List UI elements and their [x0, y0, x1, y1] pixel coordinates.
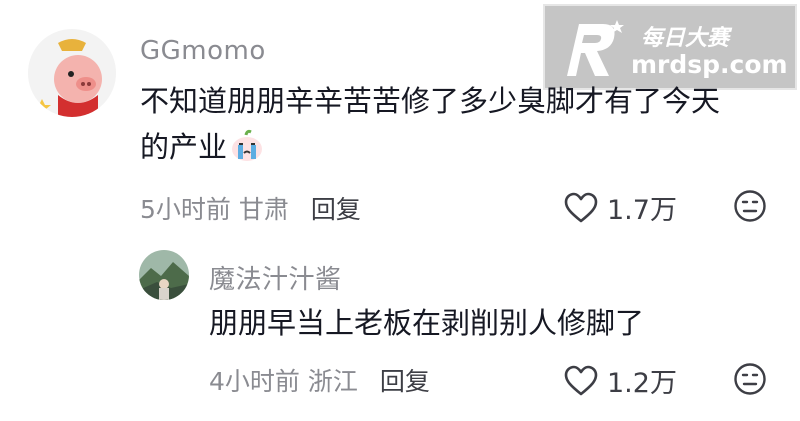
watermark-title: 每日大赛: [641, 26, 730, 51]
scenery-avatar-icon: [139, 250, 189, 300]
comment-text: 朋朋早当上老板在剥削别人修脚了: [209, 306, 645, 340]
username[interactable]: GGmomo: [140, 36, 266, 66]
comment-text-end: 的产业: [140, 130, 228, 164]
comment-time: 5小时前: [140, 195, 231, 224]
comment-meta: 4小时前 浙江 回复: [209, 362, 430, 398]
comment-text: 不知道朋朋辛辛苦苦修了多少臭脚才有了今天 的产业: [140, 78, 740, 176]
heart-icon: [564, 365, 598, 395]
meh-face-icon: [734, 363, 766, 395]
avatar[interactable]: [28, 29, 116, 117]
reply-button[interactable]: 回复: [380, 367, 430, 396]
like-count: 1.2万: [607, 368, 677, 399]
reply-button[interactable]: 回复: [311, 195, 361, 224]
dislike-button[interactable]: [733, 189, 767, 227]
username[interactable]: 魔法汁汁酱: [209, 259, 342, 296]
like-button[interactable]: 1.7万: [563, 188, 677, 227]
like-button[interactable]: 1.2万: [563, 361, 677, 400]
meh-face-icon: [734, 190, 766, 222]
pig-avatar-icon: [28, 29, 116, 117]
comment-text-line: 不知道朋朋辛辛苦苦修了多少臭脚才有了今天: [140, 84, 721, 118]
comment-location: 浙江: [307, 367, 358, 396]
watermark-url: mrdsp.com: [631, 50, 788, 79]
heart-icon: [564, 192, 598, 222]
like-count: 1.7万: [607, 195, 677, 226]
comment-time: 4小时前: [209, 367, 300, 396]
brand-logo-icon: [567, 20, 624, 76]
comment-text-line: 的产业: [140, 124, 740, 176]
crying-emoji-icon: [229, 129, 265, 176]
dislike-button[interactable]: [733, 362, 767, 400]
comment-location: 甘肃: [238, 195, 289, 224]
comment-meta: 5小时前 甘肃 回复: [140, 190, 361, 226]
avatar[interactable]: [139, 250, 189, 300]
